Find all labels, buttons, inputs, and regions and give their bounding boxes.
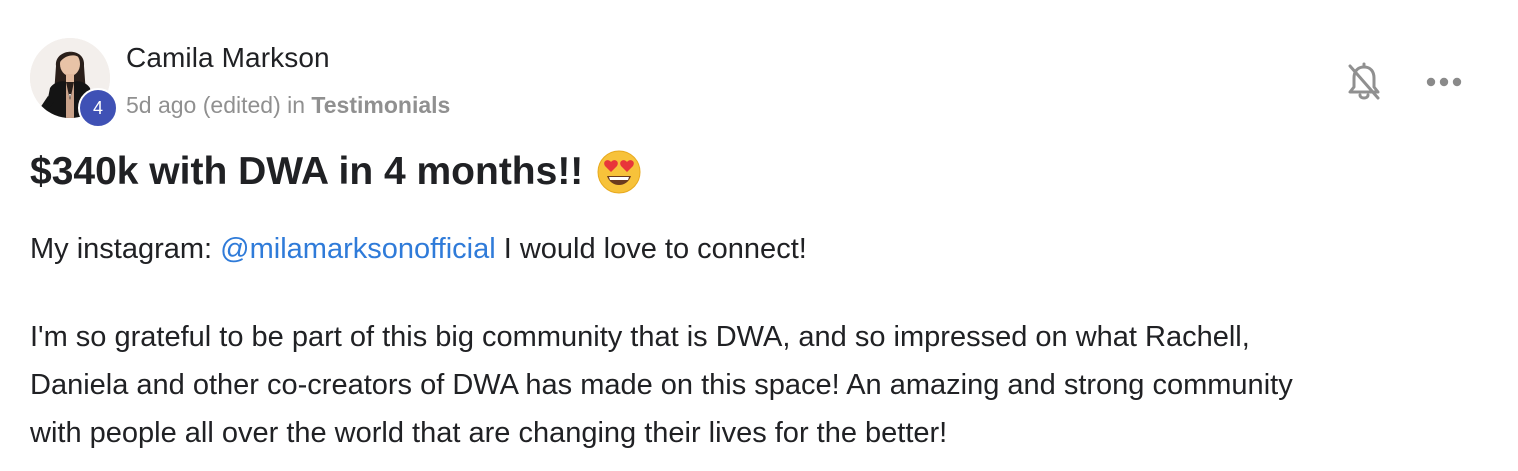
post-title: $340k with DWA in 4 months!!: [30, 150, 641, 194]
post-body: I'm so grateful to be part of this big c…: [30, 313, 1470, 457]
author-name[interactable]: Camila Markson: [126, 42, 330, 74]
bell-off-icon[interactable]: [1346, 62, 1382, 102]
in-label: in: [287, 92, 306, 118]
level-badge: 4: [78, 88, 118, 128]
instagram-handle-link[interactable]: @milamarksonofficial: [220, 233, 496, 265]
post-title-text: $340k with DWA in 4 months!!: [30, 150, 584, 193]
instagram-suffix: I would love to connect!: [503, 233, 807, 265]
heart-eyes-emoji-icon: [597, 150, 641, 194]
post-header: 4 Camila Markson 5d ago (edited) in Test…: [30, 38, 1488, 128]
post-time: 5d ago: [126, 92, 197, 118]
body-line: with people all over the world that are …: [30, 417, 948, 449]
edited-label: (edited): [202, 92, 281, 118]
more-options-icon[interactable]: [1424, 72, 1464, 92]
category-link[interactable]: Testimonials: [311, 92, 450, 118]
instagram-prefix: My instagram:: [30, 233, 213, 265]
body-line: Daniela and other co-creators of DWA has…: [30, 369, 1293, 401]
author-avatar-wrap[interactable]: 4: [30, 38, 118, 128]
post-meta: 5d ago (edited) in Testimonials: [126, 92, 450, 119]
body-line: I'm so grateful to be part of this big c…: [30, 321, 1250, 353]
instagram-line: My instagram: @milamarksonofficial I wou…: [30, 233, 807, 266]
